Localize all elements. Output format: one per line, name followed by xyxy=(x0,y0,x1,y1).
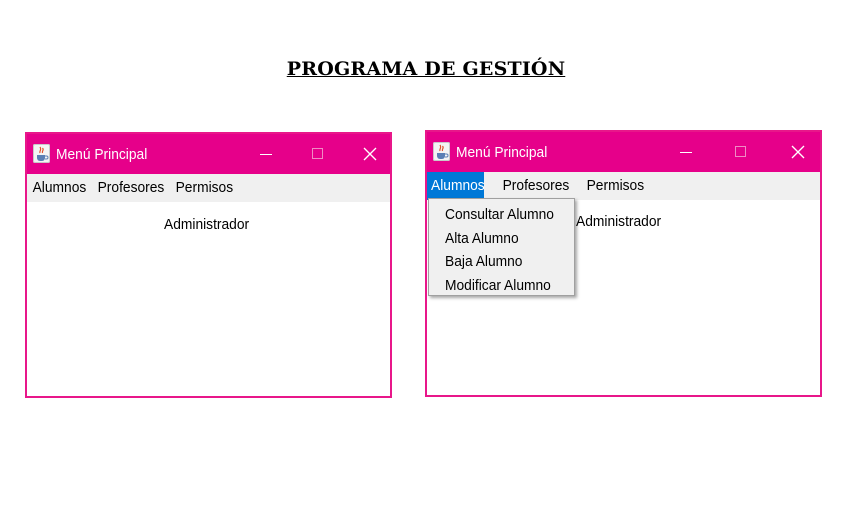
menu-item-modificar-alumno[interactable]: Modificar Alumno xyxy=(429,274,574,298)
close-button[interactable] xyxy=(347,134,393,174)
minimize-icon xyxy=(680,152,692,153)
menu-item-baja-alumno[interactable]: Baja Alumno xyxy=(429,250,574,274)
close-icon xyxy=(363,147,377,161)
maximize-button[interactable] xyxy=(295,134,341,174)
main-menu-window-left: Menú Principal Alumnos Profesores Permis… xyxy=(25,132,392,398)
maximize-icon xyxy=(312,148,323,159)
menu-alumnos[interactable]: Alumnos xyxy=(427,172,485,200)
menu-bar: Alumnos Profesores Permisos xyxy=(427,172,820,200)
minimize-icon xyxy=(260,154,272,155)
alumnos-dropdown-menu: Consultar Alumno Alta Alumno Baja Alumno… xyxy=(428,198,575,296)
menu-profesores[interactable]: Profesores xyxy=(93,174,169,202)
window-title: Menú Principal xyxy=(56,146,148,163)
menu-item-alta-alumno[interactable]: Alta Alumno xyxy=(429,227,574,251)
close-button[interactable] xyxy=(775,132,821,172)
window-title: Menú Principal xyxy=(456,144,548,161)
close-icon xyxy=(791,145,805,159)
menu-bar: Alumnos Profesores Permisos xyxy=(27,174,390,202)
maximize-icon xyxy=(735,146,746,157)
menu-alumnos-label: Alumnos xyxy=(431,177,485,194)
page-title: PROGRAMA DE GESTIÓN xyxy=(286,58,566,80)
menu-permisos[interactable]: Permisos xyxy=(582,172,649,200)
menu-permisos[interactable]: Permisos xyxy=(171,174,238,202)
minimize-button[interactable] xyxy=(663,132,709,172)
title-bar[interactable]: Menú Principal xyxy=(27,134,390,174)
menu-profesores[interactable]: Profesores xyxy=(498,172,574,200)
menu-alumnos[interactable]: Alumnos xyxy=(28,174,91,202)
title-bar[interactable]: Menú Principal xyxy=(427,132,820,172)
maximize-button[interactable] xyxy=(718,132,764,172)
role-label: Administrador xyxy=(164,216,250,233)
minimize-button[interactable] xyxy=(243,134,289,174)
java-app-icon xyxy=(433,142,450,161)
menu-item-consultar-alumno[interactable]: Consultar Alumno xyxy=(429,203,574,227)
java-app-icon xyxy=(33,144,50,163)
role-label: Administrador xyxy=(576,213,662,230)
